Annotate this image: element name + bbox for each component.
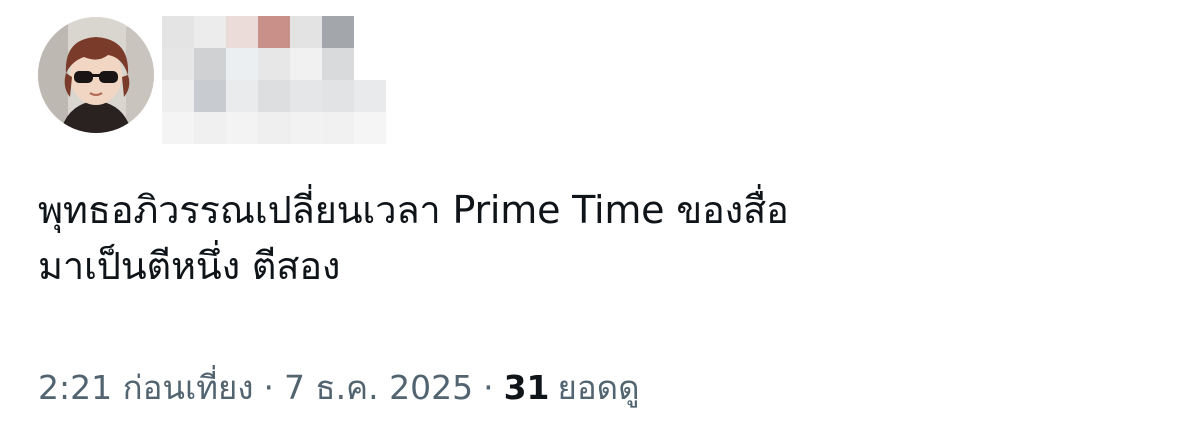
- tweet-text-line: มาเป็นตีหนึ่ง ตีสอง: [38, 244, 341, 288]
- tweet-text-line: พุทธอภิวรรณเปลี่ยนเวลา Prime Time ของสื่…: [38, 188, 789, 232]
- meta-separator: ·: [483, 368, 494, 407]
- tweet-card: พุทธอภิวรรณเปลี่ยนเวลา Prime Time ของสื่…: [0, 0, 1200, 431]
- tweet-date[interactable]: 7 ธ.ค. 2025: [284, 368, 473, 407]
- tweet-time[interactable]: 2:21 ก่อนเที่ยง: [38, 368, 253, 407]
- views-count[interactable]: 31: [504, 368, 550, 407]
- blurred-username[interactable]: [162, 16, 388, 146]
- meta-separator: ·: [263, 368, 274, 407]
- user-avatar-icon[interactable]: [38, 17, 154, 133]
- views-label[interactable]: ยอดดู: [558, 368, 640, 407]
- tweet-text: พุทธอภิวรรณเปลี่ยนเวลา Prime Time ของสื่…: [38, 182, 1158, 294]
- tweet-meta: 2:21 ก่อนเที่ยง · 7 ธ.ค. 2025 · 31 ยอดดู: [38, 364, 640, 412]
